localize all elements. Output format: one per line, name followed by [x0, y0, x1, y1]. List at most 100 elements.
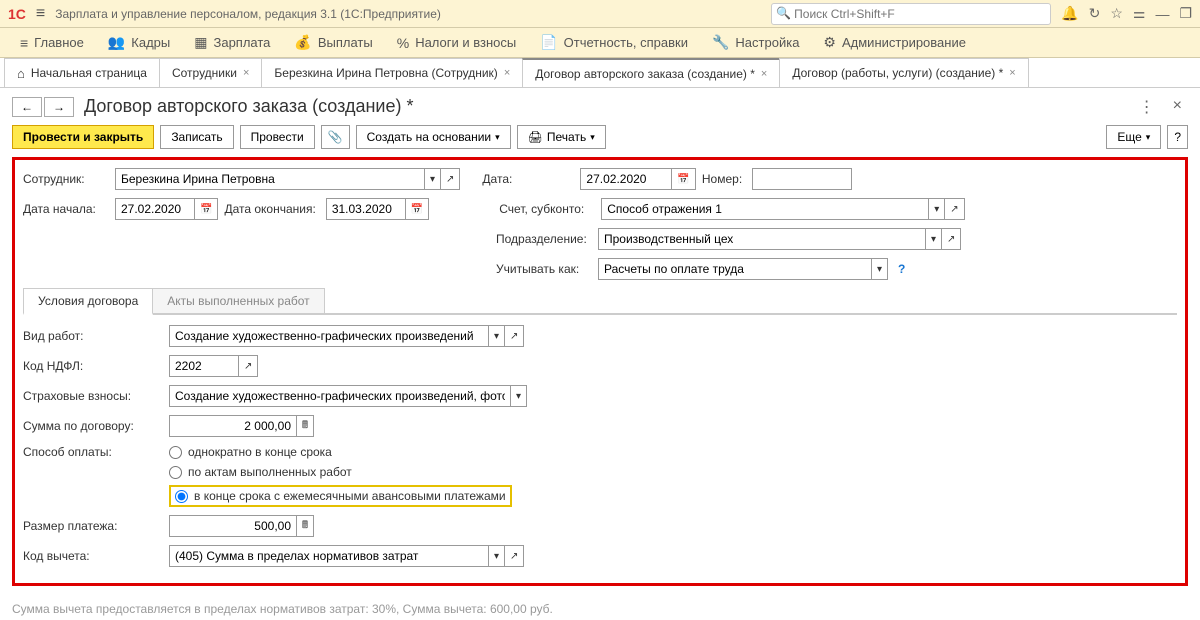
tab-author-contract[interactable]: Договор авторского заказа (создание) *×	[522, 58, 780, 87]
bell-icon[interactable]: 🔔	[1061, 5, 1078, 22]
calendar-icon[interactable]: 📅	[195, 198, 218, 220]
post-button[interactable]: Провести	[240, 125, 315, 149]
help-button[interactable]: ?	[1167, 125, 1188, 149]
tab-employee-card[interactable]: Березкина Ирина Петровна (Сотрудник)×	[261, 58, 523, 87]
menu-settings[interactable]: 🔧Настройка	[702, 30, 809, 55]
dept-label: Подразделение:	[496, 232, 588, 246]
dropdown-icon[interactable]: ▾	[489, 545, 505, 567]
pay-option-acts[interactable]: по актам выполненных работ	[169, 465, 512, 479]
restore-icon[interactable]: ❐	[1179, 5, 1192, 22]
printer-icon: 🖨	[528, 130, 543, 144]
close-icon[interactable]: ×	[504, 67, 510, 79]
employee-input[interactable]	[115, 168, 425, 190]
end-date-label: Дата окончания:	[224, 202, 315, 216]
dept-input[interactable]	[598, 228, 926, 250]
end-date-input[interactable]	[326, 198, 406, 220]
page-title: Договор авторского заказа (создание) *	[84, 96, 413, 117]
consider-label: Учитывать как:	[496, 262, 588, 276]
payment-size-input[interactable]	[169, 515, 297, 537]
save-button[interactable]: Записать	[160, 125, 233, 149]
ndfl-input[interactable]	[169, 355, 239, 377]
work-type-label: Вид работ:	[23, 329, 163, 343]
calendar-icon[interactable]: 📅	[406, 198, 429, 220]
menu-reports[interactable]: 📄Отчетность, справки	[530, 30, 698, 55]
deduction-input[interactable]	[169, 545, 489, 567]
section-tab-conditions[interactable]: Условия договора	[23, 288, 153, 315]
dropdown-icon[interactable]: ▾	[511, 385, 527, 407]
star-icon[interactable]: ☆	[1110, 5, 1123, 22]
nav-back-button[interactable]: ←	[12, 97, 42, 117]
open-icon[interactable]: ↗	[945, 198, 964, 220]
app-title: Зарплата и управление персоналом, редакц…	[55, 7, 441, 21]
logo-1c: 1C	[8, 6, 26, 22]
gear-icon: ⚙	[823, 34, 836, 51]
pay-option-advance[interactable]: в конце срока с ежемесячными авансовыми …	[175, 489, 506, 503]
menu-main[interactable]: ≡Главное	[10, 31, 94, 55]
more-button[interactable]: Еще▾	[1106, 125, 1161, 149]
footer-hint: Сумма вычета предоставляется в пределах …	[0, 598, 1200, 620]
pay-option-once[interactable]: однократно в конце срока	[169, 445, 512, 459]
dropdown-icon[interactable]: ▾	[929, 198, 945, 220]
close-icon[interactable]: ×	[761, 68, 767, 80]
payment-size-label: Размер платежа:	[23, 519, 163, 533]
menu-personnel[interactable]: 👥Кадры	[98, 30, 180, 55]
history-icon[interactable]: ↻	[1089, 5, 1101, 22]
post-close-button[interactable]: Провести и закрыть	[12, 125, 154, 149]
search-input[interactable]	[771, 3, 1051, 25]
close-icon[interactable]: ×	[1009, 67, 1015, 79]
create-based-button[interactable]: Создать на основании▾	[356, 125, 511, 149]
people-icon: 👥	[108, 34, 125, 51]
menu-admin[interactable]: ⚙Администрирование	[813, 30, 976, 55]
kebab-icon[interactable]: ⋮	[1133, 97, 1161, 117]
sum-input[interactable]	[169, 415, 297, 437]
section-tab-acts[interactable]: Акты выполненных работ	[152, 288, 324, 313]
calculator-icon[interactable]: 🖩	[297, 415, 314, 437]
tab-home[interactable]: ⌂Начальная страница	[4, 58, 160, 87]
menu-salary[interactable]: ▦Зарплата	[184, 30, 280, 55]
nav-forward-button[interactable]: →	[44, 97, 74, 117]
ndfl-label: Код НДФЛ:	[23, 359, 163, 373]
employee-label: Сотрудник:	[23, 172, 109, 186]
number-input[interactable]	[752, 168, 852, 190]
equals-icon[interactable]: ⚌	[1133, 5, 1146, 22]
caret-down-icon: ▾	[1146, 132, 1151, 143]
tab-employees[interactable]: Сотрудники×	[159, 58, 262, 87]
dropdown-icon[interactable]: ▾	[926, 228, 942, 250]
attach-button[interactable]: 📎	[321, 125, 350, 149]
start-date-label: Дата начала:	[23, 202, 109, 216]
calendar-icon[interactable]: 📅	[672, 168, 695, 190]
calculator-icon[interactable]: 🖩	[297, 515, 314, 537]
minimize-icon[interactable]: —	[1155, 6, 1169, 22]
menu-taxes[interactable]: %Налоги и взносы	[387, 31, 527, 55]
help-icon[interactable]: ?	[898, 262, 905, 276]
account-input[interactable]	[601, 198, 929, 220]
number-label: Номер:	[702, 172, 742, 186]
doc-icon: 📄	[540, 34, 557, 51]
caret-down-icon: ▾	[590, 132, 595, 143]
dropdown-icon[interactable]: ▾	[425, 168, 441, 190]
dropdown-icon[interactable]: ▾	[872, 258, 888, 280]
insurance-input[interactable]	[169, 385, 511, 407]
tab-services-contract[interactable]: Договор (работы, услуги) (создание) *×	[779, 58, 1028, 87]
consider-input[interactable]	[598, 258, 872, 280]
list-icon: ≡	[20, 35, 28, 51]
menu-payments[interactable]: 💰Выплаты	[284, 30, 382, 55]
dropdown-icon[interactable]: ▾	[489, 325, 505, 347]
open-icon[interactable]: ↗	[505, 545, 524, 567]
open-icon[interactable]: ↗	[239, 355, 258, 377]
percent-icon: %	[397, 35, 409, 51]
open-icon[interactable]: ↗	[441, 168, 460, 190]
date-input[interactable]	[580, 168, 672, 190]
hamburger-icon[interactable]: ≡	[36, 5, 45, 23]
insurance-label: Страховые взносы:	[23, 389, 163, 403]
print-button[interactable]: 🖨Печать▾	[517, 125, 606, 149]
sum-label: Сумма по договору:	[23, 419, 163, 433]
open-icon[interactable]: ↗	[942, 228, 961, 250]
start-date-input[interactable]	[115, 198, 195, 220]
close-page-icon[interactable]: ×	[1167, 97, 1188, 117]
account-label: Счет, субконто:	[499, 202, 591, 216]
close-icon[interactable]: ×	[243, 67, 249, 79]
open-icon[interactable]: ↗	[505, 325, 524, 347]
deduction-label: Код вычета:	[23, 549, 163, 563]
work-type-input[interactable]	[169, 325, 489, 347]
